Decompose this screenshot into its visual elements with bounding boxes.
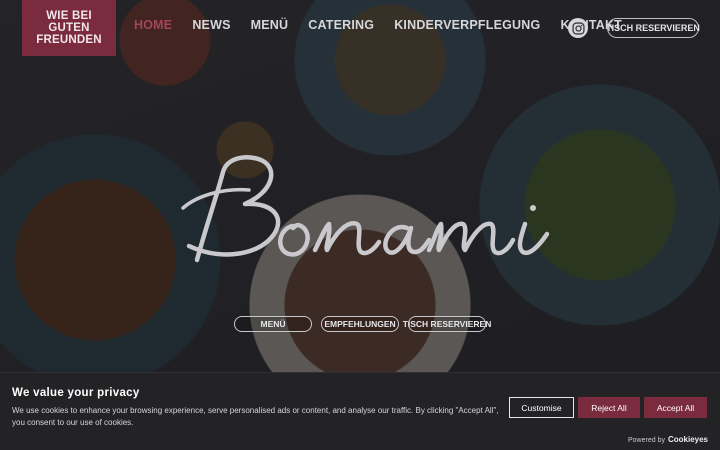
logo-line-2: GUTEN: [48, 22, 90, 34]
instagram-glyph: [571, 21, 585, 35]
nav-item-menu[interactable]: MENÜ: [251, 18, 289, 34]
cookie-reject-all-button[interactable]: Reject All: [578, 397, 640, 418]
powered-by-label: Powered by: [628, 437, 665, 444]
nav-item-news[interactable]: NEWS: [192, 18, 230, 34]
cookie-title: We value your privacy: [12, 387, 140, 399]
nav-item-home[interactable]: HOME: [134, 18, 172, 34]
nav-item-kinderverpflegung[interactable]: KINDERVERPFLEGUNG: [394, 18, 540, 34]
cookie-powered-by[interactable]: Powered by Cookieyes: [628, 435, 708, 444]
cookie-customise-button[interactable]: Customise: [509, 397, 574, 418]
hero-reserve-table-button[interactable]: TISCH RESERVIEREN: [403, 316, 491, 332]
bonami-wordmark: [181, 155, 550, 263]
main-nav: HOME NEWS MENÜ CATERING KINDERVERPFLEGUN…: [134, 18, 642, 34]
instagram-icon[interactable]: [568, 18, 588, 38]
hero-recommendations-button[interactable]: EMPFEHLUNGEN: [321, 316, 399, 332]
nav-item-catering[interactable]: CATERING: [308, 18, 374, 34]
header-reserve-table-button[interactable]: TISCH RESERVIEREN: [606, 18, 700, 38]
logo-line-3: FREUNDEN: [36, 34, 102, 46]
hero-buttons: MENÜ EMPFEHLUNGEN TISCH RESERVIEREN: [234, 316, 491, 332]
site-logo[interactable]: WIE BEI GUTEN FREUNDEN: [22, 0, 116, 56]
cookie-description: We use cookies to enhance your browsing …: [12, 406, 499, 427]
cookieyes-logo: Cookieyes: [667, 435, 708, 444]
cookie-consent-banner: We value your privacy We use cookies to …: [0, 372, 720, 450]
logo-line-1: WIE BEI: [46, 10, 92, 22]
cookie-accept-all-button[interactable]: Accept All: [644, 397, 707, 418]
hero-menu-button[interactable]: MENÜ: [234, 316, 312, 332]
